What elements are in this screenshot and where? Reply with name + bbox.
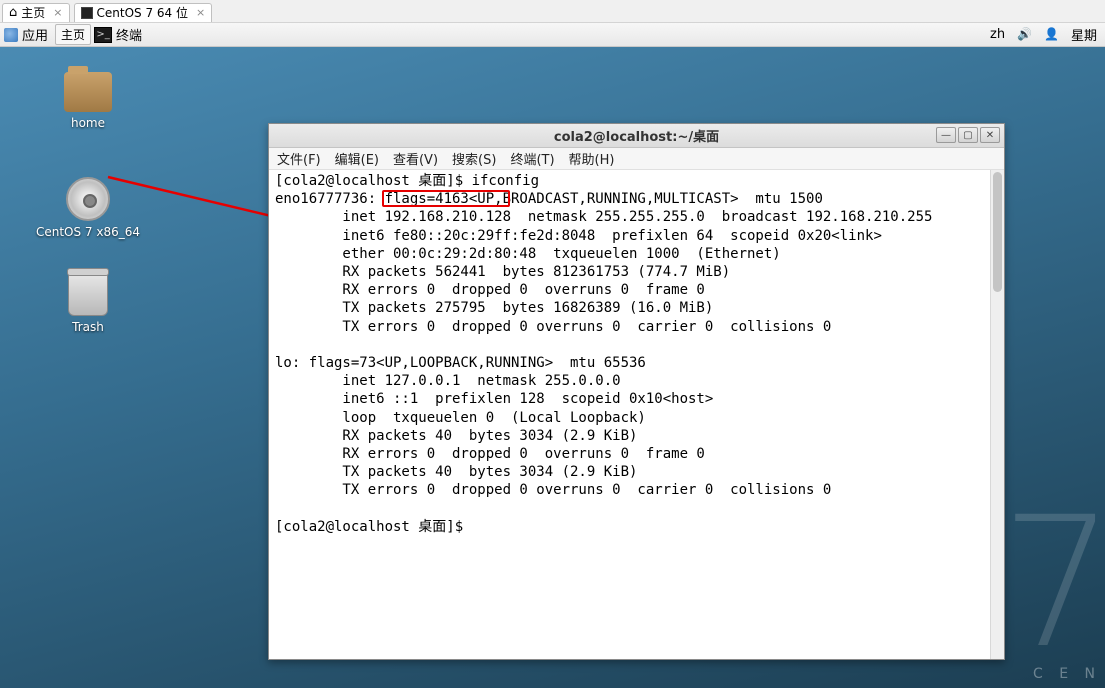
terminal-body[interactable]: [cola2@localhost 桌面]$ ifconfig eno167777… [269,170,1004,658]
terminal-scrollbar[interactable] [990,170,1004,659]
host-tab-bar: 主页 × CentOS 7 64 位 × [0,0,1105,23]
menu-terminal[interactable]: 终端(T) [510,149,554,168]
applications-menu[interactable]: 应用 [4,25,48,44]
running-app-label: 终端 [116,25,142,44]
input-method-indicator[interactable]: zh [990,27,1005,42]
host-tab-home[interactable]: 主页 × [2,3,70,22]
host-tab-vm-label: CentOS 7 64 位 [97,4,188,21]
terminal-command: ifconfig [472,173,539,189]
terminal-prompt: [cola2@localhost 桌面]$ [275,173,472,189]
activities-icon [4,28,18,42]
menu-edit[interactable]: 编辑(E) [335,149,379,168]
home-icon [9,5,17,20]
ip-highlight-box [382,190,510,207]
user-menu-icon[interactable] [1044,27,1059,42]
desktop-icon-cd[interactable]: CentOS 7 x86_64 [18,177,158,239]
close-button[interactable]: ✕ [980,127,1000,143]
desktop[interactable]: 7 C E N home CentOS 7 x86_64 Trash cola2… [0,47,1105,688]
centos-watermark: 7 [1000,479,1105,688]
minimize-button[interactable]: — [936,127,956,143]
terminal-output: eno16777736: flags=4163<UP,BROADCAST,RUN… [275,191,932,498]
menu-file[interactable]: 文件(F) [277,149,321,168]
centos-watermark-text: C E N [1033,666,1101,682]
scrollbar-thumb[interactable] [993,172,1002,292]
maximize-button[interactable]: ▢ [958,127,978,143]
close-icon[interactable]: × [196,6,205,19]
terminal-title: cola2@localhost:~/桌面 [269,126,1004,145]
desktop-icon-home[interactable]: home [18,72,158,130]
host-tab-vm[interactable]: CentOS 7 64 位 × [74,3,213,22]
terminal-window: cola2@localhost:~/桌面 — ▢ ✕ 文件(F) 编辑(E) 查… [268,123,1005,660]
desktop-icon-label: home [18,116,158,130]
host-overlay-tab[interactable]: 主页 [55,24,91,45]
clock-label[interactable]: 星期 [1071,25,1097,44]
menu-help[interactable]: 帮助(H) [569,149,615,168]
desktop-icon-label: CentOS 7 x86_64 [18,225,158,239]
terminal-titlebar[interactable]: cola2@localhost:~/桌面 — ▢ ✕ [269,124,1004,148]
menu-view[interactable]: 查看(V) [393,149,438,168]
running-app-terminal[interactable]: >_ 终端 [94,25,142,44]
menu-search[interactable]: 搜索(S) [452,149,496,168]
terminal-menubar: 文件(F) 编辑(E) 查看(V) 搜索(S) 终端(T) 帮助(H) [269,148,1004,170]
terminal-prompt: [cola2@localhost 桌面]$ [275,519,472,535]
close-icon[interactable]: × [53,6,62,19]
terminal-app-icon: >_ [94,27,112,43]
vm-icon [81,7,93,19]
disc-icon [66,177,110,221]
desktop-icon-label: Trash [18,320,158,334]
applications-label: 应用 [22,25,48,44]
desktop-icon-trash[interactable]: Trash [18,272,158,334]
host-tab-home-label: 主页 [21,4,45,21]
trash-icon [68,272,108,316]
gnome-top-bar: 应用 位置 >_ 终端 主页 zh 星期 [0,23,1105,47]
folder-icon [64,72,112,112]
volume-icon[interactable] [1017,27,1032,42]
